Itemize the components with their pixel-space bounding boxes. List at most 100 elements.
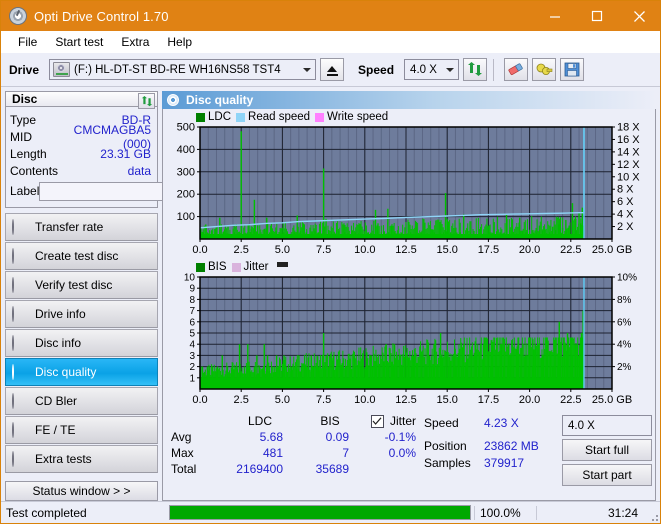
sidebar-item-disc-quality[interactable]: Disc quality [5, 358, 158, 387]
start-full-button[interactable]: Start full [562, 439, 652, 461]
svg-text:1: 1 [189, 373, 195, 384]
legend-label-bis: BIS [208, 261, 227, 273]
test-controls: 4.0 X Start full Start part [562, 414, 652, 486]
elapsed-time: 31:24 [536, 505, 646, 520]
sidebar-item-drive-info[interactable]: Drive info [5, 300, 158, 329]
readout-samples-row: Samples 379917 [424, 454, 562, 471]
speed-select-value: 4.0 X [410, 63, 437, 76]
jitter-header: Jitter [363, 414, 424, 428]
menu-bar: File Start test Extra Help [1, 31, 660, 53]
disc-icon [12, 305, 27, 322]
stats-total-bis: 35689 [315, 462, 349, 476]
test-speed-select[interactable]: 4.0 X [562, 415, 652, 436]
resize-grip[interactable] [646, 502, 660, 523]
svg-text:12 X: 12 X [617, 159, 640, 171]
speed-label: Speed [358, 62, 395, 77]
sidebar-item-disc-info[interactable]: Disc info [5, 329, 158, 358]
svg-text:2: 2 [189, 362, 195, 373]
menu-extra[interactable]: Extra [112, 33, 158, 51]
legend-swatch-ldc [196, 112, 205, 122]
menu-file[interactable]: File [9, 33, 46, 51]
tools-button[interactable] [532, 58, 557, 81]
stats-row-avg-label: Avg [171, 430, 192, 444]
svg-text:200: 200 [177, 189, 195, 201]
disc-info-panel: Type BD-R MID CMCMAGBA5 (000) Length 23.… [5, 107, 243, 209]
menu-help[interactable]: Help [158, 33, 201, 51]
window-title: Opti Drive Control 1.70 [34, 8, 169, 24]
svg-text:17.5: 17.5 [478, 244, 499, 256]
svg-text:17.5: 17.5 [478, 394, 499, 406]
drive-select[interactable]: (F:) HL-DT-ST BD-RE WH16NS58 TST4 [49, 59, 317, 80]
close-button[interactable] [618, 1, 660, 31]
ldc-chart: LDC Read speed Write speed 100 200 300 400 5… [166, 111, 652, 259]
svg-text:10 X: 10 X [617, 171, 640, 183]
svg-text:6%: 6% [617, 317, 632, 328]
svg-text:7.5: 7.5 [316, 244, 331, 256]
legend-item-bis: BIS [196, 261, 227, 273]
refresh-button[interactable] [463, 58, 488, 81]
title-bar: Opti Drive Control 1.70 [1, 1, 660, 31]
bis-plot: 12345678910 2% 4% 6% 8% 10% 0.0 2.5 5.0 7.5 10.0 12… [184, 273, 637, 407]
svg-text:10.0: 10.0 [354, 394, 375, 406]
disc-icon [12, 218, 27, 235]
svg-text:2.5: 2.5 [234, 394, 249, 406]
jitter-checkbox[interactable] [370, 414, 384, 428]
stats-avg-jitter: -0.1% [384, 430, 416, 444]
legend-item-read-speed: Read speed [236, 111, 310, 123]
svg-text:25.0 GB: 25.0 GB [592, 394, 632, 406]
svg-text:4%: 4% [617, 340, 632, 351]
start-part-button[interactable]: Start part [562, 464, 652, 486]
legend-swatch-write-speed [315, 112, 325, 122]
readout-position-row: Position 23862 MB [424, 437, 562, 454]
svg-text:8: 8 [189, 295, 195, 306]
svg-text:18 X: 18 X [617, 122, 640, 134]
disc-icon [12, 334, 27, 351]
sidebar-label: FE / TE [35, 423, 76, 438]
svg-text:20.0: 20.0 [519, 394, 540, 406]
sidebar-item-extra-tests[interactable]: Extra tests [5, 445, 158, 474]
svg-text:2%: 2% [617, 362, 632, 373]
sidebar-label: Disc info [35, 336, 82, 351]
sidebar-item-verify-test-disc[interactable]: Verify test disc [5, 271, 158, 300]
save-button[interactable] [560, 58, 585, 81]
svg-text:0.0: 0.0 [192, 244, 207, 256]
sidebar-item-transfer-rate[interactable]: Transfer rate [5, 213, 158, 242]
svg-text:25.0 GB: 25.0 GB [592, 244, 632, 256]
sidebar-label: Create test disc [35, 249, 119, 264]
disc-icon [12, 363, 27, 380]
check-icon [373, 416, 382, 425]
legend-label-jitter: Jitter [243, 261, 269, 273]
chevron-down-icon [446, 67, 455, 72]
svg-text:9: 9 [189, 284, 195, 295]
sidebar-item-create-test-disc[interactable]: Create test disc [5, 242, 158, 271]
svg-text:10%: 10% [617, 273, 637, 284]
disc-refresh-button[interactable] [138, 93, 155, 109]
disc-icon [12, 247, 27, 264]
speed-select[interactable]: 4.0 X [404, 59, 460, 80]
maximize-button[interactable] [576, 1, 618, 31]
svg-text:16 X: 16 X [617, 134, 640, 146]
disc-label-caption: Label [10, 184, 40, 199]
minimize-button[interactable] [534, 1, 576, 31]
sidebar-item-fe-te[interactable]: FE / TE [5, 416, 158, 445]
sidebar-label: Disc quality [35, 365, 97, 380]
menu-start-test[interactable]: Start test [46, 33, 112, 51]
chevron-down-icon [303, 67, 312, 72]
legend-swatch-read-speed [236, 112, 246, 122]
eject-button[interactable] [320, 58, 345, 81]
save-icon [564, 62, 580, 77]
sidebar-label: Verify test disc [35, 278, 113, 293]
disc-row-contents: Contents data [10, 162, 153, 179]
refresh-icon [141, 95, 152, 106]
readout-position-label: Position [424, 438, 467, 453]
ldc-chart-legend: LDC Read speed Write speed [196, 111, 388, 123]
erase-button[interactable] [504, 58, 529, 81]
sidebar-item-cd-bler[interactable]: CD Bler [5, 387, 158, 416]
status-window-button[interactable]: Status window > > [5, 481, 158, 501]
sidebar-label: Extra tests [35, 452, 92, 467]
sidebar-label: CD Bler [35, 394, 78, 409]
svg-text:4 X: 4 X [617, 209, 634, 221]
svg-text:12.5: 12.5 [395, 244, 416, 256]
drive-label: Drive [9, 62, 40, 77]
svg-text:22.5: 22.5 [560, 244, 581, 256]
